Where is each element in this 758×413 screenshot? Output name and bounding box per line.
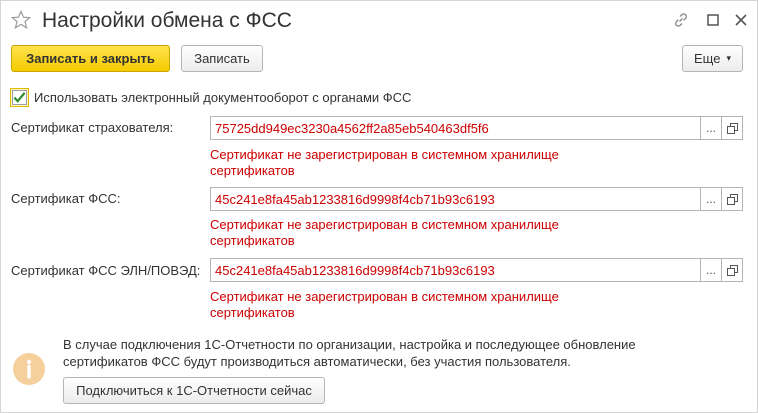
fss-cert-open-button[interactable]: [721, 187, 743, 211]
fss-eln-cert-field[interactable]: 45c241e8fa45ab1233816d9998f4cb71b93c6193: [210, 258, 701, 282]
edo-checkbox[interactable]: [10, 88, 29, 107]
favorite-star-icon[interactable]: [10, 10, 32, 30]
fss-cert-label: Сертификат ФСС:: [11, 191, 121, 206]
info-icon: [13, 353, 45, 385]
insurer-cert-choose-button[interactable]: ...: [700, 116, 722, 140]
maximize-icon[interactable]: [704, 11, 722, 29]
insurer-cert-error: Сертификат не зарегистрирован в системно…: [210, 147, 559, 178]
save-button[interactable]: Записать: [181, 45, 263, 72]
chevron-down-icon: ▾: [726, 53, 731, 63]
edo-checkbox-label[interactable]: Использовать электронный документооборот…: [34, 90, 411, 105]
window-title: Настройки обмена с ФСС: [42, 9, 292, 32]
open-icon: [726, 122, 738, 134]
close-icon[interactable]: [732, 11, 750, 29]
more-menu-button[interactable]: Еще ▾: [682, 45, 743, 72]
fss-eln-cert-label: Сертификат ФСС ЭЛН/ПОВЭД:: [11, 263, 201, 278]
info-text: В случае подключения 1С-Отчетности по ор…: [63, 337, 636, 369]
fss-eln-cert-choose-button[interactable]: ...: [700, 258, 722, 282]
connect-reporting-button[interactable]: Подключиться к 1С-Отчетности сейчас: [63, 377, 325, 404]
fss-eln-cert-open-button[interactable]: [721, 258, 743, 282]
fss-cert-choose-button[interactable]: ...: [700, 187, 722, 211]
fss-cert-field[interactable]: 45c241e8fa45ab1233816d9998f4cb71b93c6193: [210, 187, 701, 211]
open-icon: [726, 264, 738, 276]
insurer-cert-label: Сертификат страхователя:: [11, 120, 174, 135]
link-icon[interactable]: [672, 11, 690, 29]
insurer-cert-open-button[interactable]: [721, 116, 743, 140]
more-menu-label: Еще: [694, 51, 721, 66]
fss-eln-cert-error: Сертификат не зарегистрирован в системно…: [210, 289, 559, 320]
fss-cert-error: Сертификат не зарегистрирован в системно…: [210, 217, 559, 248]
insurer-cert-field[interactable]: 75725dd949ec3230a4562ff2a85eb540463df5f6: [210, 116, 701, 140]
open-icon: [726, 193, 738, 205]
checkmark-icon: [13, 92, 26, 103]
save-and-close-button[interactable]: Записать и закрыть: [11, 45, 170, 72]
settings-window: Настройки обмена с ФСС Записать и закрыт…: [0, 0, 758, 413]
